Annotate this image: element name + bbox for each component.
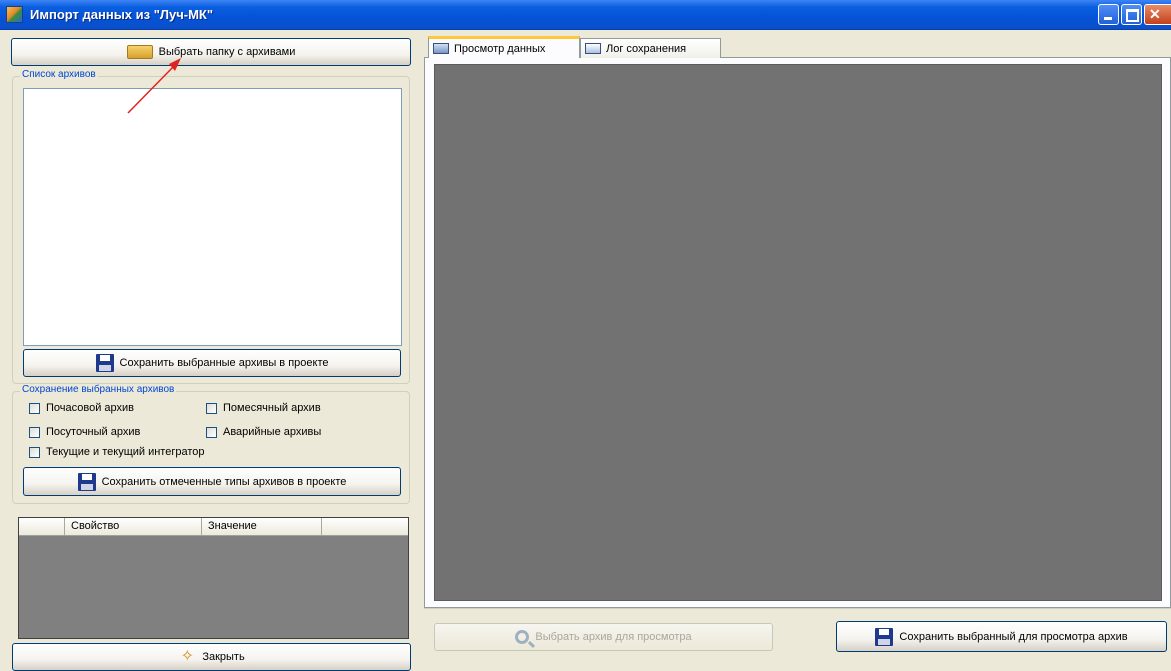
magnifier-icon xyxy=(515,630,530,644)
grid-column-property[interactable]: Свойство xyxy=(65,518,202,535)
checkbox-box[interactable] xyxy=(29,426,40,438)
log-icon xyxy=(585,43,601,54)
checkbox-label: Текущие и текущий интегратор xyxy=(46,446,205,458)
select-folder-label: Выбрать папку с архивами xyxy=(158,46,296,58)
close-window-icon[interactable] xyxy=(1144,4,1171,25)
folder-icon xyxy=(126,45,153,59)
window-title-bar[interactable]: Импорт данных из "Луч-МК" xyxy=(0,0,1171,30)
app-icon xyxy=(6,6,23,23)
window-title: Импорт данных из "Луч-МК" xyxy=(30,7,214,22)
close-button[interactable]: ✧ Закрыть xyxy=(12,643,411,671)
save-checked-types-button[interactable]: Сохранить отмеченные типы архивов в прое… xyxy=(23,467,401,496)
tab-data-view[interactable]: Просмотр данных xyxy=(428,36,580,58)
grid-row-header-column xyxy=(19,518,65,535)
floppy-disk-icon xyxy=(875,627,894,646)
floppy-disk-icon xyxy=(95,354,114,372)
archive-list[interactable] xyxy=(23,88,402,346)
checkbox-daily[interactable]: Посуточный архив xyxy=(29,426,140,438)
checkbox-box[interactable] xyxy=(206,402,217,414)
select-archive-for-view-label: Выбрать архив для просмотра xyxy=(535,631,692,643)
tab-save-log-label: Лог сохранения xyxy=(606,42,687,55)
close-arrows-icon: ✧ xyxy=(180,648,195,665)
checkbox-label: Аварийные архивы xyxy=(223,426,322,438)
save-viewed-archive-label: Сохранить выбранный для просмотра архив xyxy=(899,630,1128,643)
save-viewed-archive-button[interactable]: Сохранить выбранный для просмотра архив xyxy=(836,621,1167,652)
maximize-icon[interactable] xyxy=(1121,4,1142,25)
tab-strip: Просмотр данных Лог сохранения xyxy=(428,36,721,58)
minimize-icon[interactable] xyxy=(1098,4,1119,25)
checkbox-box[interactable] xyxy=(206,426,217,438)
grid-column-value[interactable]: Значение xyxy=(202,518,322,535)
checkbox-emergency[interactable]: Аварийные архивы xyxy=(206,426,321,438)
save-selected-archives-button[interactable]: Сохранить выбранные архивы в проекте xyxy=(23,349,401,377)
save-types-legend: Сохранение выбранных архивов xyxy=(20,384,177,395)
floppy-disk-icon xyxy=(77,472,96,491)
select-folder-button[interactable]: Выбрать папку с архивами xyxy=(11,38,411,66)
table-view-icon xyxy=(433,43,449,54)
checkbox-monthly[interactable]: Помесячный архив xyxy=(206,402,321,414)
checkbox-hourly[interactable]: Почасовой архив xyxy=(29,402,134,414)
tab-save-log[interactable]: Лог сохранения xyxy=(580,38,721,58)
checkbox-box[interactable] xyxy=(29,446,40,458)
checkbox-box[interactable] xyxy=(29,402,40,414)
grid-header: Свойство Значение xyxy=(19,518,408,536)
checkbox-label: Почасовой архив xyxy=(46,402,135,414)
checkbox-label: Посуточный архив xyxy=(46,426,141,438)
select-archive-for-view-button[interactable]: Выбрать архив для просмотра xyxy=(434,623,773,651)
save-selected-archives-label: Сохранить выбранные архивы в проекте xyxy=(119,357,329,369)
checkbox-label: Помесячный архив xyxy=(223,402,321,414)
data-viewer-area[interactable] xyxy=(434,64,1162,601)
close-label: Закрыть xyxy=(202,651,245,663)
archive-list-legend: Список архивов xyxy=(20,69,98,80)
save-checked-types-label: Сохранить отмеченные типы архивов в прое… xyxy=(101,475,347,488)
property-grid[interactable]: Свойство Значение xyxy=(18,517,409,639)
checkbox-current-integrator[interactable]: Текущие и текущий интегратор xyxy=(29,446,205,458)
tab-data-view-label: Просмотр данных xyxy=(454,42,546,55)
